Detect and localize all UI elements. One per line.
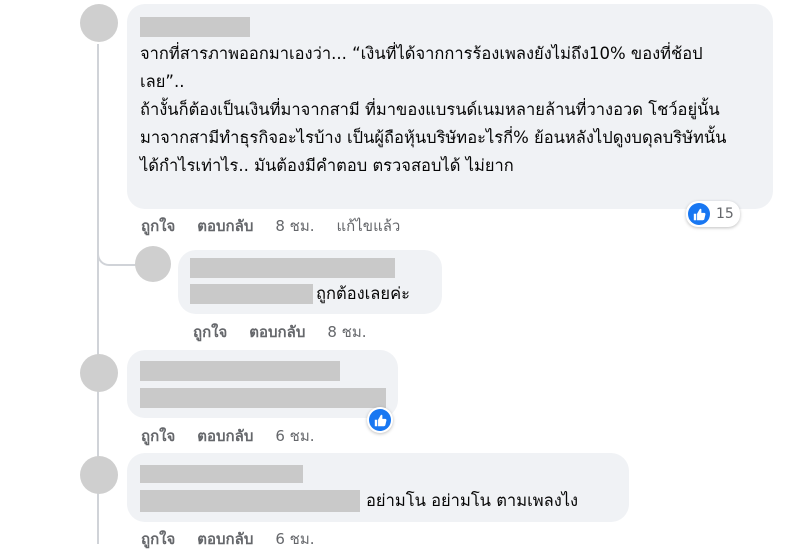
timestamp[interactable]: 6 ชม.: [275, 424, 314, 448]
reaction-count: 15: [716, 206, 734, 222]
avatar[interactable]: [80, 354, 118, 392]
like-action[interactable]: ถูกใจ: [141, 214, 175, 238]
reply-action[interactable]: ตอบกลับ: [197, 424, 253, 448]
author-name-redacted[interactable]: [190, 258, 395, 278]
timestamp[interactable]: 8 ชม.: [327, 320, 366, 344]
reply-action[interactable]: ตอบกลับ: [249, 320, 305, 344]
redacted-text: [140, 388, 386, 408]
avatar[interactable]: [80, 4, 118, 42]
like-action[interactable]: ถูกใจ: [141, 424, 175, 448]
reply-connector: [97, 228, 137, 266]
reaction-summary[interactable]: 15: [686, 201, 740, 227]
timestamp[interactable]: 6 ชม.: [275, 527, 314, 551]
edited-label[interactable]: แก้ไขแล้ว: [337, 214, 401, 238]
comment-actions: ถูกใจ ตอบกลับ 8 ชม.: [193, 320, 389, 344]
redacted-text: [190, 284, 313, 304]
like-action[interactable]: ถูกใจ: [193, 320, 227, 344]
author-name-redacted[interactable]: [140, 465, 303, 483]
reaction-summary[interactable]: [367, 407, 393, 433]
comment-actions: ถูกใจ ตอบกลับ 6 ชม.: [141, 424, 337, 448]
like-action[interactable]: ถูกใจ: [141, 527, 175, 551]
reply-action[interactable]: ตอบกลับ: [197, 527, 253, 551]
comment-text: ถูกต้องเลยค่ะ: [316, 284, 410, 303]
comment-actions: ถูกใจ ตอบกลับ 6 ชม.: [141, 527, 337, 551]
avatar[interactable]: [135, 246, 171, 282]
comment-actions: ถูกใจ ตอบกลับ 8 ชม. แก้ไขแล้ว: [141, 214, 400, 238]
author-name-redacted[interactable]: [140, 17, 250, 37]
comment-text: จากที่สารภาพออกมาเองว่า... “เงินที่ได้จา…: [140, 44, 727, 175]
comment-text: อย่ามโน อย่ามโน ตามเพลงไง: [366, 491, 579, 510]
redacted-text: [140, 490, 360, 512]
like-thumbs-up-icon: [369, 409, 391, 431]
author-name-redacted[interactable]: [140, 361, 340, 381]
reply-action[interactable]: ตอบกลับ: [197, 214, 253, 238]
timestamp[interactable]: 8 ชม.: [275, 214, 314, 238]
like-thumbs-up-icon: [688, 203, 710, 225]
avatar[interactable]: [80, 456, 118, 494]
